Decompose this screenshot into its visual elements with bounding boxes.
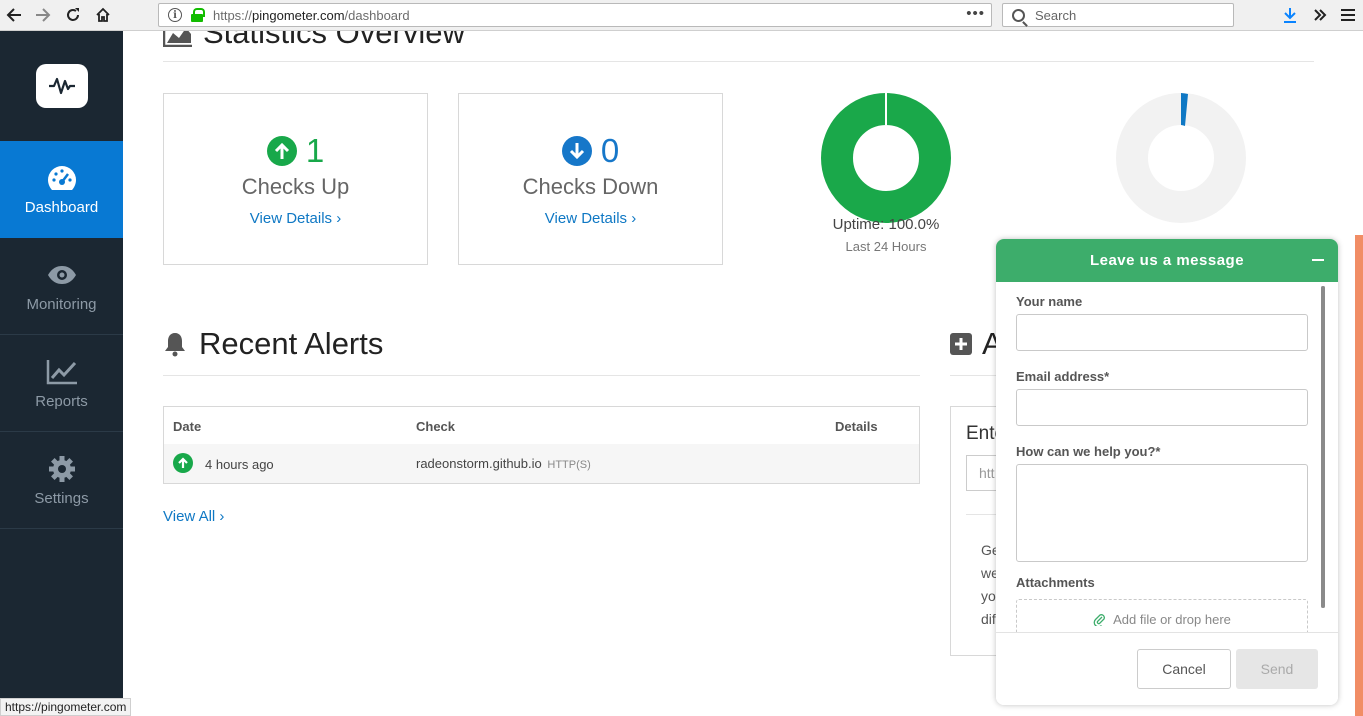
- view-all-alerts-link[interactable]: View All ›: [163, 508, 224, 525]
- attachment-dropzone[interactable]: Add file or drop here: [1016, 599, 1308, 632]
- gear-icon: [48, 454, 76, 484]
- home-icon[interactable]: [92, 5, 114, 25]
- address-bar[interactable]: i https://pingometer.com/dashboard •••: [158, 3, 992, 27]
- checks-down-number: 0: [600, 132, 620, 169]
- recent-alerts-title: Recent Alerts: [199, 326, 384, 361]
- checks-down-card: 0 Checks Down View Details ›: [458, 93, 723, 265]
- alert-check-protocol: HTTP(S): [547, 459, 591, 471]
- chat-header: Leave us a message: [996, 239, 1338, 282]
- help-label: How can we help you?*: [1016, 444, 1161, 459]
- alerts-table: Date Check Details 4 hours ago radeonsto…: [163, 406, 920, 484]
- checks-up-number: 1: [305, 132, 325, 169]
- alert-check-host: radeonstorm.github.io: [416, 456, 542, 471]
- status-bar-url: https://pingometer.com: [0, 698, 132, 716]
- page-title-text: Statistics Overview: [203, 31, 465, 50]
- chat-footer: Cancel Send: [996, 632, 1338, 705]
- browser-search-input[interactable]: Search: [1002, 3, 1234, 27]
- back-arrow-icon[interactable]: [3, 5, 25, 25]
- sidebar-item-label: Dashboard: [24, 198, 99, 216]
- paperclip-icon: [1093, 614, 1106, 626]
- column-header-check: Check: [416, 419, 456, 434]
- hamburger-menu-icon[interactable]: [1337, 5, 1359, 25]
- uptime-chart: Uptime: 100.0% Last 24 Hours: [806, 93, 966, 254]
- logo-area: [0, 31, 123, 141]
- chat-scrollbar-thumb[interactable]: [1321, 286, 1325, 608]
- checks-up-view-details-link[interactable]: View Details ›: [250, 210, 341, 227]
- dropzone-text: Add file or drop here: [1113, 611, 1231, 627]
- uptime-period: Last 24 Hours: [845, 239, 927, 254]
- checks-down-view-details-link[interactable]: View Details ›: [545, 210, 636, 227]
- lock-icon[interactable]: [191, 8, 205, 22]
- message-textarea[interactable]: [1016, 464, 1308, 562]
- checks-down-count: 0: [561, 132, 620, 170]
- page-title: Statistics Overview: [163, 31, 465, 51]
- name-input[interactable]: [1016, 314, 1308, 351]
- checks-up-count: 1: [266, 132, 325, 170]
- sidebar-item-dashboard[interactable]: Dashboard: [0, 141, 123, 238]
- search-icon: [1012, 8, 1025, 22]
- sidebar-item-monitoring[interactable]: Monitoring: [0, 238, 123, 335]
- sidebar-item-label: Monitoring: [26, 295, 97, 313]
- alert-check: radeonstorm.github.io HTTP(S): [416, 456, 591, 471]
- url-text: https://pingometer.com/dashboard: [213, 7, 410, 23]
- alert-date: 4 hours ago: [205, 457, 274, 472]
- send-button[interactable]: Send: [1236, 649, 1318, 689]
- overflow-chevron-icon[interactable]: [1309, 5, 1331, 25]
- chat-form: Your name Email address* How can we help…: [996, 282, 1338, 632]
- sidebar-item-label: Reports: [35, 392, 88, 410]
- status-up-icon: [173, 453, 193, 473]
- table-row[interactable]: 4 hours ago radeonstorm.github.io HTTP(S…: [164, 444, 919, 483]
- eye-icon: [47, 260, 77, 290]
- forward-arrow-icon[interactable]: [32, 5, 54, 25]
- attachments-label: Attachments: [1016, 575, 1095, 590]
- email-label: Email address*: [1016, 369, 1110, 384]
- divider: [163, 375, 920, 376]
- bell-icon: [165, 333, 185, 357]
- name-label: Your name: [1016, 294, 1083, 309]
- search-placeholder: Search: [1035, 7, 1077, 23]
- add-check-heading: A: [950, 326, 1003, 362]
- chart-icon: [46, 357, 78, 387]
- response-time-chart: [1101, 93, 1261, 230]
- download-icon[interactable]: [1279, 5, 1301, 25]
- email-input[interactable]: [1016, 389, 1308, 426]
- plus-square-icon: [950, 333, 972, 355]
- sidebar: Dashboard Monitoring Reports Settings: [0, 31, 123, 716]
- page-actions-icon[interactable]: •••: [966, 5, 985, 22]
- sidebar-item-reports[interactable]: Reports: [0, 335, 123, 432]
- checks-up-label: Checks Up: [241, 174, 350, 199]
- divider: [163, 61, 1314, 62]
- area-chart-icon: [163, 31, 192, 47]
- cancel-button[interactable]: Cancel: [1137, 649, 1231, 689]
- arrow-up-circle-icon: [266, 136, 297, 166]
- dashboard-gauge-icon: [47, 163, 77, 193]
- checks-down-label: Checks Down: [522, 174, 659, 199]
- add-check-url-value: htt: [979, 465, 995, 481]
- site-info-icon[interactable]: i: [168, 8, 182, 22]
- sidebar-item-label: Settings: [34, 489, 89, 507]
- chat-scrollbar[interactable]: [1321, 286, 1325, 608]
- page-scrollbar[interactable]: [1355, 235, 1363, 716]
- chat-widget: Leave us a message Your name Email addre…: [996, 239, 1338, 705]
- recent-alerts-heading: Recent Alerts: [163, 326, 383, 362]
- minimize-icon[interactable]: [1312, 259, 1324, 261]
- chat-title: Leave us a message: [1089, 252, 1245, 269]
- response-time-donut: [1116, 93, 1246, 223]
- column-header-date: Date: [173, 419, 202, 434]
- column-header-details: Details: [835, 419, 878, 434]
- arrow-down-circle-icon: [561, 136, 592, 166]
- sidebar-item-settings[interactable]: Settings: [0, 432, 123, 529]
- checks-up-card: 1 Checks Up View Details ›: [163, 93, 428, 265]
- reload-icon[interactable]: [62, 5, 84, 25]
- pingometer-logo[interactable]: [35, 64, 88, 108]
- browser-toolbar: i https://pingometer.com/dashboard ••• S…: [0, 0, 1363, 31]
- uptime-donut: [821, 93, 951, 223]
